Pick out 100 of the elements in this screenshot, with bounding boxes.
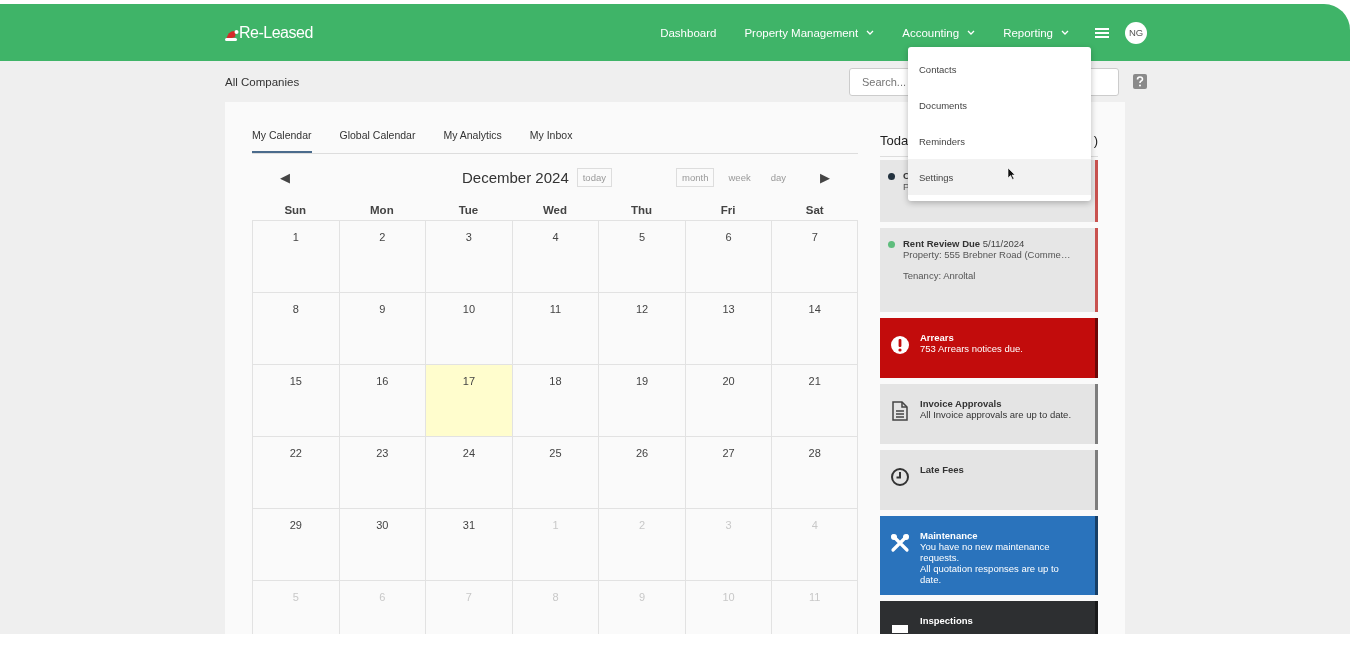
panel-title: ) [1093, 132, 1098, 148]
day-number: 22 [289, 447, 302, 459]
alert-text: 753 Arrears notices due. [920, 343, 1024, 354]
day-cell[interactable]: 4 [511, 220, 599, 292]
weekday-header: Thu [630, 203, 654, 218]
day-number: 19 [635, 375, 649, 387]
tab[interactable]: My Inbox [529, 124, 573, 153]
document-icon [890, 401, 910, 421]
alert-title: Late Fees [920, 464, 964, 475]
day-number: 27 [722, 447, 735, 459]
day-cell[interactable]: 7 [771, 220, 858, 292]
day-number: 25 [549, 447, 562, 459]
day-cell[interactable]: 31 [425, 508, 512, 580]
alert-title: Inspections [920, 615, 973, 626]
day-number: 26 [635, 447, 649, 459]
alert-title: Invoice Approvals [920, 398, 1003, 409]
day-number: 12 [635, 303, 649, 315]
day-number: 13 [722, 303, 735, 315]
day-number: 15 [289, 375, 302, 387]
menu-item[interactable]: Contacts [908, 51, 1091, 87]
alert-title: Maintenance [920, 530, 979, 541]
alert-card[interactable]: Late Fees [880, 450, 1098, 510]
day-number: 8 [292, 303, 299, 315]
day-cell[interactable]: 9 [338, 292, 426, 364]
alert-card[interactable]: Invoice Approvals All Invoice approvals are up to date. [880, 384, 1098, 444]
day-number: 11 [549, 303, 562, 315]
weekday-header: Sun [283, 203, 308, 218]
day-number: 2 [379, 231, 386, 243]
day-cell[interactable]: 15 [252, 364, 339, 436]
menu-item[interactable]: Settings [908, 159, 1091, 195]
event-detail: Property: 555 Brebner Road (Comme… [903, 249, 1071, 260]
alert-text: All Invoice approvals are up to date. [920, 409, 1073, 420]
day-number: 31 [462, 519, 476, 531]
day-cell[interactable]: 22 [252, 436, 339, 508]
menu-item[interactable]: Documents [908, 87, 1091, 123]
alert-card[interactable]: Maintenance You have no new maintenance requests. All quotation responses are up to date. [880, 516, 1098, 595]
tab[interactable]: My Calendar [252, 124, 312, 153]
panel-title: Toda [880, 132, 909, 148]
day-cell[interactable]: 6 [684, 220, 772, 292]
day-cell[interactable]: 30 [338, 508, 426, 580]
day-cell[interactable]: 8 [252, 292, 339, 364]
alert-card[interactable]: Arrears 753 Arrears notices due. [880, 318, 1098, 378]
menu-icon [1095, 26, 1109, 39]
alert-card[interactable]: Inspections [880, 601, 1098, 634]
day-number: 21 [808, 375, 821, 387]
event-card[interactable]: Rent Review Due 5/11/2024 Property: 555 Brebner Road (Comme… Tenancy: Anroltal [880, 228, 1098, 312]
day-number: 28 [808, 447, 821, 459]
help-icon [1133, 74, 1147, 89]
alert-text: All quotation responses are up to date. [920, 563, 1060, 585]
next-button[interactable]: ▶ [792, 169, 858, 185]
day-cell[interactable]: 23 [338, 436, 426, 508]
day-cell[interactable]: 5 [598, 220, 685, 292]
tab[interactable]: My Analytics [443, 124, 502, 153]
day-cell[interactable]: 21 [771, 364, 858, 436]
clock-icon [890, 467, 910, 487]
day-cell[interactable]: 3 [425, 220, 512, 292]
day-cell[interactable]: 20 [684, 364, 772, 436]
day-number: 6 [725, 231, 732, 243]
day-cell[interactable]: 1 [252, 220, 339, 292]
previous-button[interactable]: ◀ [252, 169, 318, 185]
day-cell[interactable]: 2 [338, 220, 426, 292]
day-cell[interactable]: 14 [771, 292, 858, 364]
day-number: 1 [292, 231, 299, 243]
day-number: 18 [549, 375, 562, 387]
menu-item[interactable]: Reminders [908, 123, 1091, 159]
day-number: 16 [376, 375, 389, 387]
day-cell[interactable]: 13 [684, 292, 772, 364]
tab[interactable]: Global Calendar [339, 124, 416, 153]
weekday-header: Fri [719, 203, 737, 218]
event-title: Rent Review Due 5/11/2024 [903, 238, 1026, 249]
day-number: 5 [639, 231, 646, 243]
day-cell[interactable]: 19 [598, 364, 685, 436]
day-cell[interactable]: 24 [425, 436, 512, 508]
day-cell[interactable]: 28 [771, 436, 858, 508]
weekday-header: Wed [541, 203, 569, 218]
event-detail: Tenancy: Anroltal [903, 270, 977, 281]
day-cell[interactable]: 29 [252, 508, 339, 580]
day-cell[interactable]: 27 [684, 436, 772, 508]
day-number: 20 [722, 375, 735, 387]
mouse-cursor-icon [1007, 167, 1016, 180]
day-number: 14 [808, 303, 821, 315]
day-number: 7 [811, 231, 818, 243]
santa-hat-icon [225, 27, 239, 42]
day-number: 30 [376, 519, 389, 531]
breadcrumb[interactable]: All Companies [225, 75, 300, 88]
day-number: 24 [462, 447, 476, 459]
day-number: 9 [379, 303, 386, 315]
day-cell[interactable]: 25 [511, 436, 599, 508]
user-avatar[interactable]: NG [1125, 21, 1147, 44]
alert-title: Arrears [920, 332, 955, 343]
day-cell[interactable]: 17 [425, 364, 512, 436]
calendar-title: December 2024 [462, 168, 569, 186]
day-number: 10 [462, 303, 476, 315]
day-cell[interactable]: 26 [598, 436, 685, 508]
day-cell[interactable]: 11 [511, 292, 599, 364]
day-number: 4 [552, 231, 559, 243]
day-cell[interactable]: 12 [598, 292, 685, 364]
exclamation-icon [890, 335, 910, 355]
day-cell[interactable]: 18 [511, 364, 599, 436]
weekday-header: Mon [369, 203, 395, 218]
